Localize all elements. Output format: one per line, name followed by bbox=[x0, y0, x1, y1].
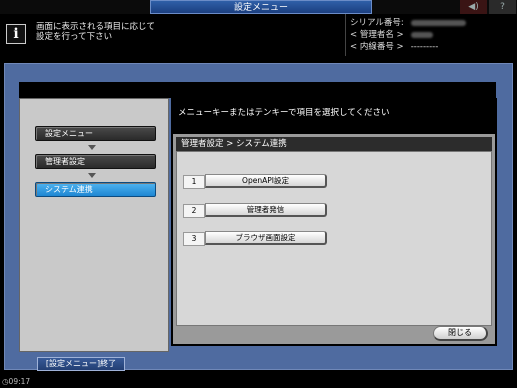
close-button[interactable]: 閉じる bbox=[433, 326, 488, 341]
panel-header: 管理者設定 > システム連携 bbox=[176, 137, 492, 151]
guidance-line-1: 画面に表示される項目に応じて bbox=[36, 22, 156, 32]
chevron-down-icon bbox=[88, 173, 96, 178]
clock: ◷09:17 bbox=[2, 377, 30, 386]
volume-icon[interactable]: ◀) bbox=[460, 0, 487, 14]
clock-time: 09:17 bbox=[8, 377, 31, 386]
breadcrumb-setting-menu[interactable]: 設定メニュー bbox=[35, 126, 156, 141]
extension-label: < 内線番号 > bbox=[350, 42, 404, 52]
end-settings-menu-button[interactable]: [設定メニュー]終了 bbox=[37, 357, 125, 371]
admin-send-button[interactable]: 管理者発信 bbox=[205, 203, 327, 217]
admin-name-label: < 管理者名 > bbox=[350, 30, 404, 40]
breadcrumb-system-integration[interactable]: システム連携 bbox=[35, 182, 156, 197]
frame-top-strip bbox=[19, 82, 496, 98]
browser-screen-settings-button[interactable]: ブラウザ画面設定 bbox=[205, 231, 327, 245]
breadcrumb-admin-settings[interactable]: 管理者設定 bbox=[35, 154, 156, 169]
serial-number-row: シリアル番号: bbox=[350, 18, 515, 28]
extension-row: < 内線番号 > --------- bbox=[350, 42, 515, 52]
serial-number-value-redacted bbox=[410, 19, 466, 26]
window-title: 設定メニュー bbox=[150, 0, 372, 14]
chevron-down-icon bbox=[88, 145, 96, 150]
admin-name-row: < 管理者名 > bbox=[350, 30, 515, 40]
instruction-text: メニューキーまたはテンキーで項目を選択してください bbox=[178, 108, 390, 118]
menu-number-3: 3 bbox=[183, 232, 205, 246]
info-icon: i bbox=[6, 24, 26, 44]
admin-name-value-redacted bbox=[410, 31, 433, 38]
menu-number-1: 1 bbox=[183, 175, 205, 189]
extension-value: --------- bbox=[410, 42, 439, 52]
serial-number-label: シリアル番号: bbox=[350, 18, 404, 28]
guidance-line-2: 設定を行って下さい bbox=[36, 32, 113, 42]
guidance-message: 画面に表示される項目に応じて 設定を行って下さい bbox=[36, 22, 336, 42]
menu-number-2: 2 bbox=[183, 204, 205, 218]
openapi-settings-button[interactable]: OpenAPI設定 bbox=[205, 174, 327, 188]
header-divider bbox=[345, 14, 346, 56]
help-icon[interactable]: ? bbox=[489, 0, 516, 14]
